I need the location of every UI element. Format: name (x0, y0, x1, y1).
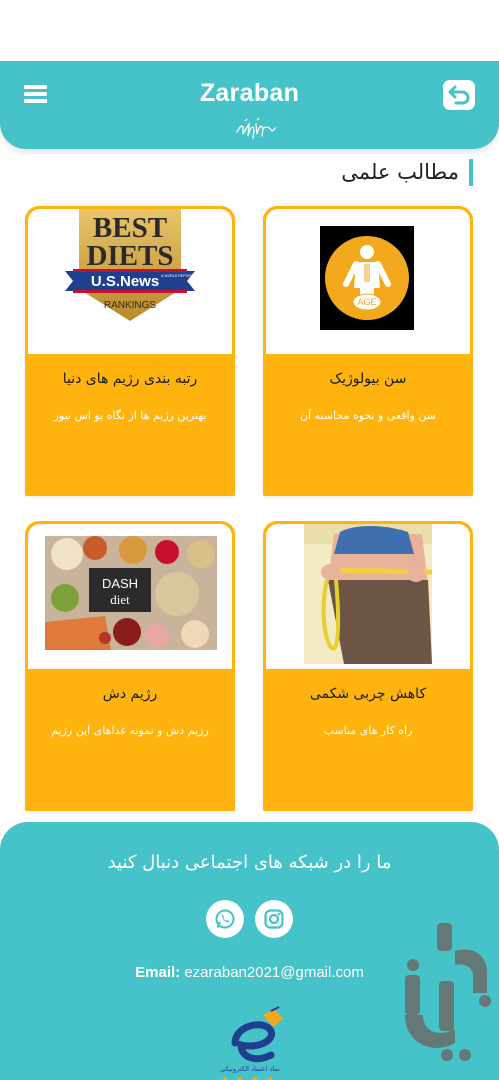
enamad-text: نماد اعتماد الکترونیکی (220, 1065, 280, 1073)
card-title: سن بیولوژیک (329, 371, 407, 387)
article-card-dash-diet[interactable]: DASH diet رژیم دش رژیم دش و نمونه غداهای… (25, 521, 235, 811)
best-diets-usnews-logo: BEST DIETS U.S.News & WORLD REPORT RANKI… (65, 209, 195, 321)
rankings-text: RANKINGS (104, 300, 157, 311)
world-report-text: & WORLD REPORT (161, 274, 194, 278)
bazaar-watermark-icon (405, 923, 491, 1061)
article-card-biological-age[interactable]: AGE سن بیولوژیک سن واقعی و نحوه محاسبه آ… (263, 206, 473, 496)
instagram-icon[interactable] (255, 900, 293, 938)
card-title: کاهش چربی شکمی (309, 686, 427, 702)
follow-us-text: ما را در شبکه های اجتماعی دنبال کنید (107, 852, 392, 873)
diet-text: diet (110, 592, 130, 607)
card-title: رتبه بندی رژیم های دنیا (62, 371, 198, 387)
enamad-trust-badge[interactable]: نماد اعتماد الکترونیکی (205, 1005, 295, 1080)
card-image-area (266, 524, 470, 669)
email-label: Email: (135, 964, 181, 981)
card-description: سن واقعی و نحوه محاسبه آن (299, 409, 436, 422)
diets-text: DIETS (86, 240, 173, 272)
card-image-area: AGE (266, 209, 470, 354)
dash-text: DASH (102, 576, 138, 591)
email-address[interactable]: ezaraban2021@gmail.com (184, 964, 364, 981)
usnews-text: U.S.News (91, 273, 159, 290)
card-image-area: DASH diet (28, 524, 232, 669)
card-description: رژیم دش و نمونه غداهای این رژیم (51, 724, 209, 737)
whatsapp-icon[interactable] (206, 900, 244, 938)
section-title-accent (469, 159, 473, 186)
back-arrow-icon[interactable] (443, 80, 475, 110)
age-text: AGE (357, 297, 376, 307)
article-card-belly-fat[interactable]: کاهش چربی شکمی راه کار های مناسب (263, 521, 473, 811)
article-card-diet-rankings[interactable]: BEST DIETS U.S.News & WORLD REPORT RANKI… (25, 206, 235, 496)
dash-diet-food-photo: DASH diet (45, 536, 217, 650)
card-description: بهترین رژیم ها از نگاه یو اس نیوز (53, 409, 207, 422)
card-title: رژیم دش (102, 686, 158, 702)
app-header: Zaraban (0, 61, 499, 149)
section-title: مطالب علمی (341, 160, 459, 184)
waist-measuring-photo (304, 524, 432, 664)
signature-logo-icon (236, 117, 276, 139)
app-title: Zaraban (199, 79, 300, 107)
age-body-icon: AGE (320, 226, 414, 330)
card-image-area: BEST DIETS U.S.News & WORLD REPORT RANKI… (28, 209, 232, 354)
card-description: راه کار های مناسب (323, 724, 413, 737)
